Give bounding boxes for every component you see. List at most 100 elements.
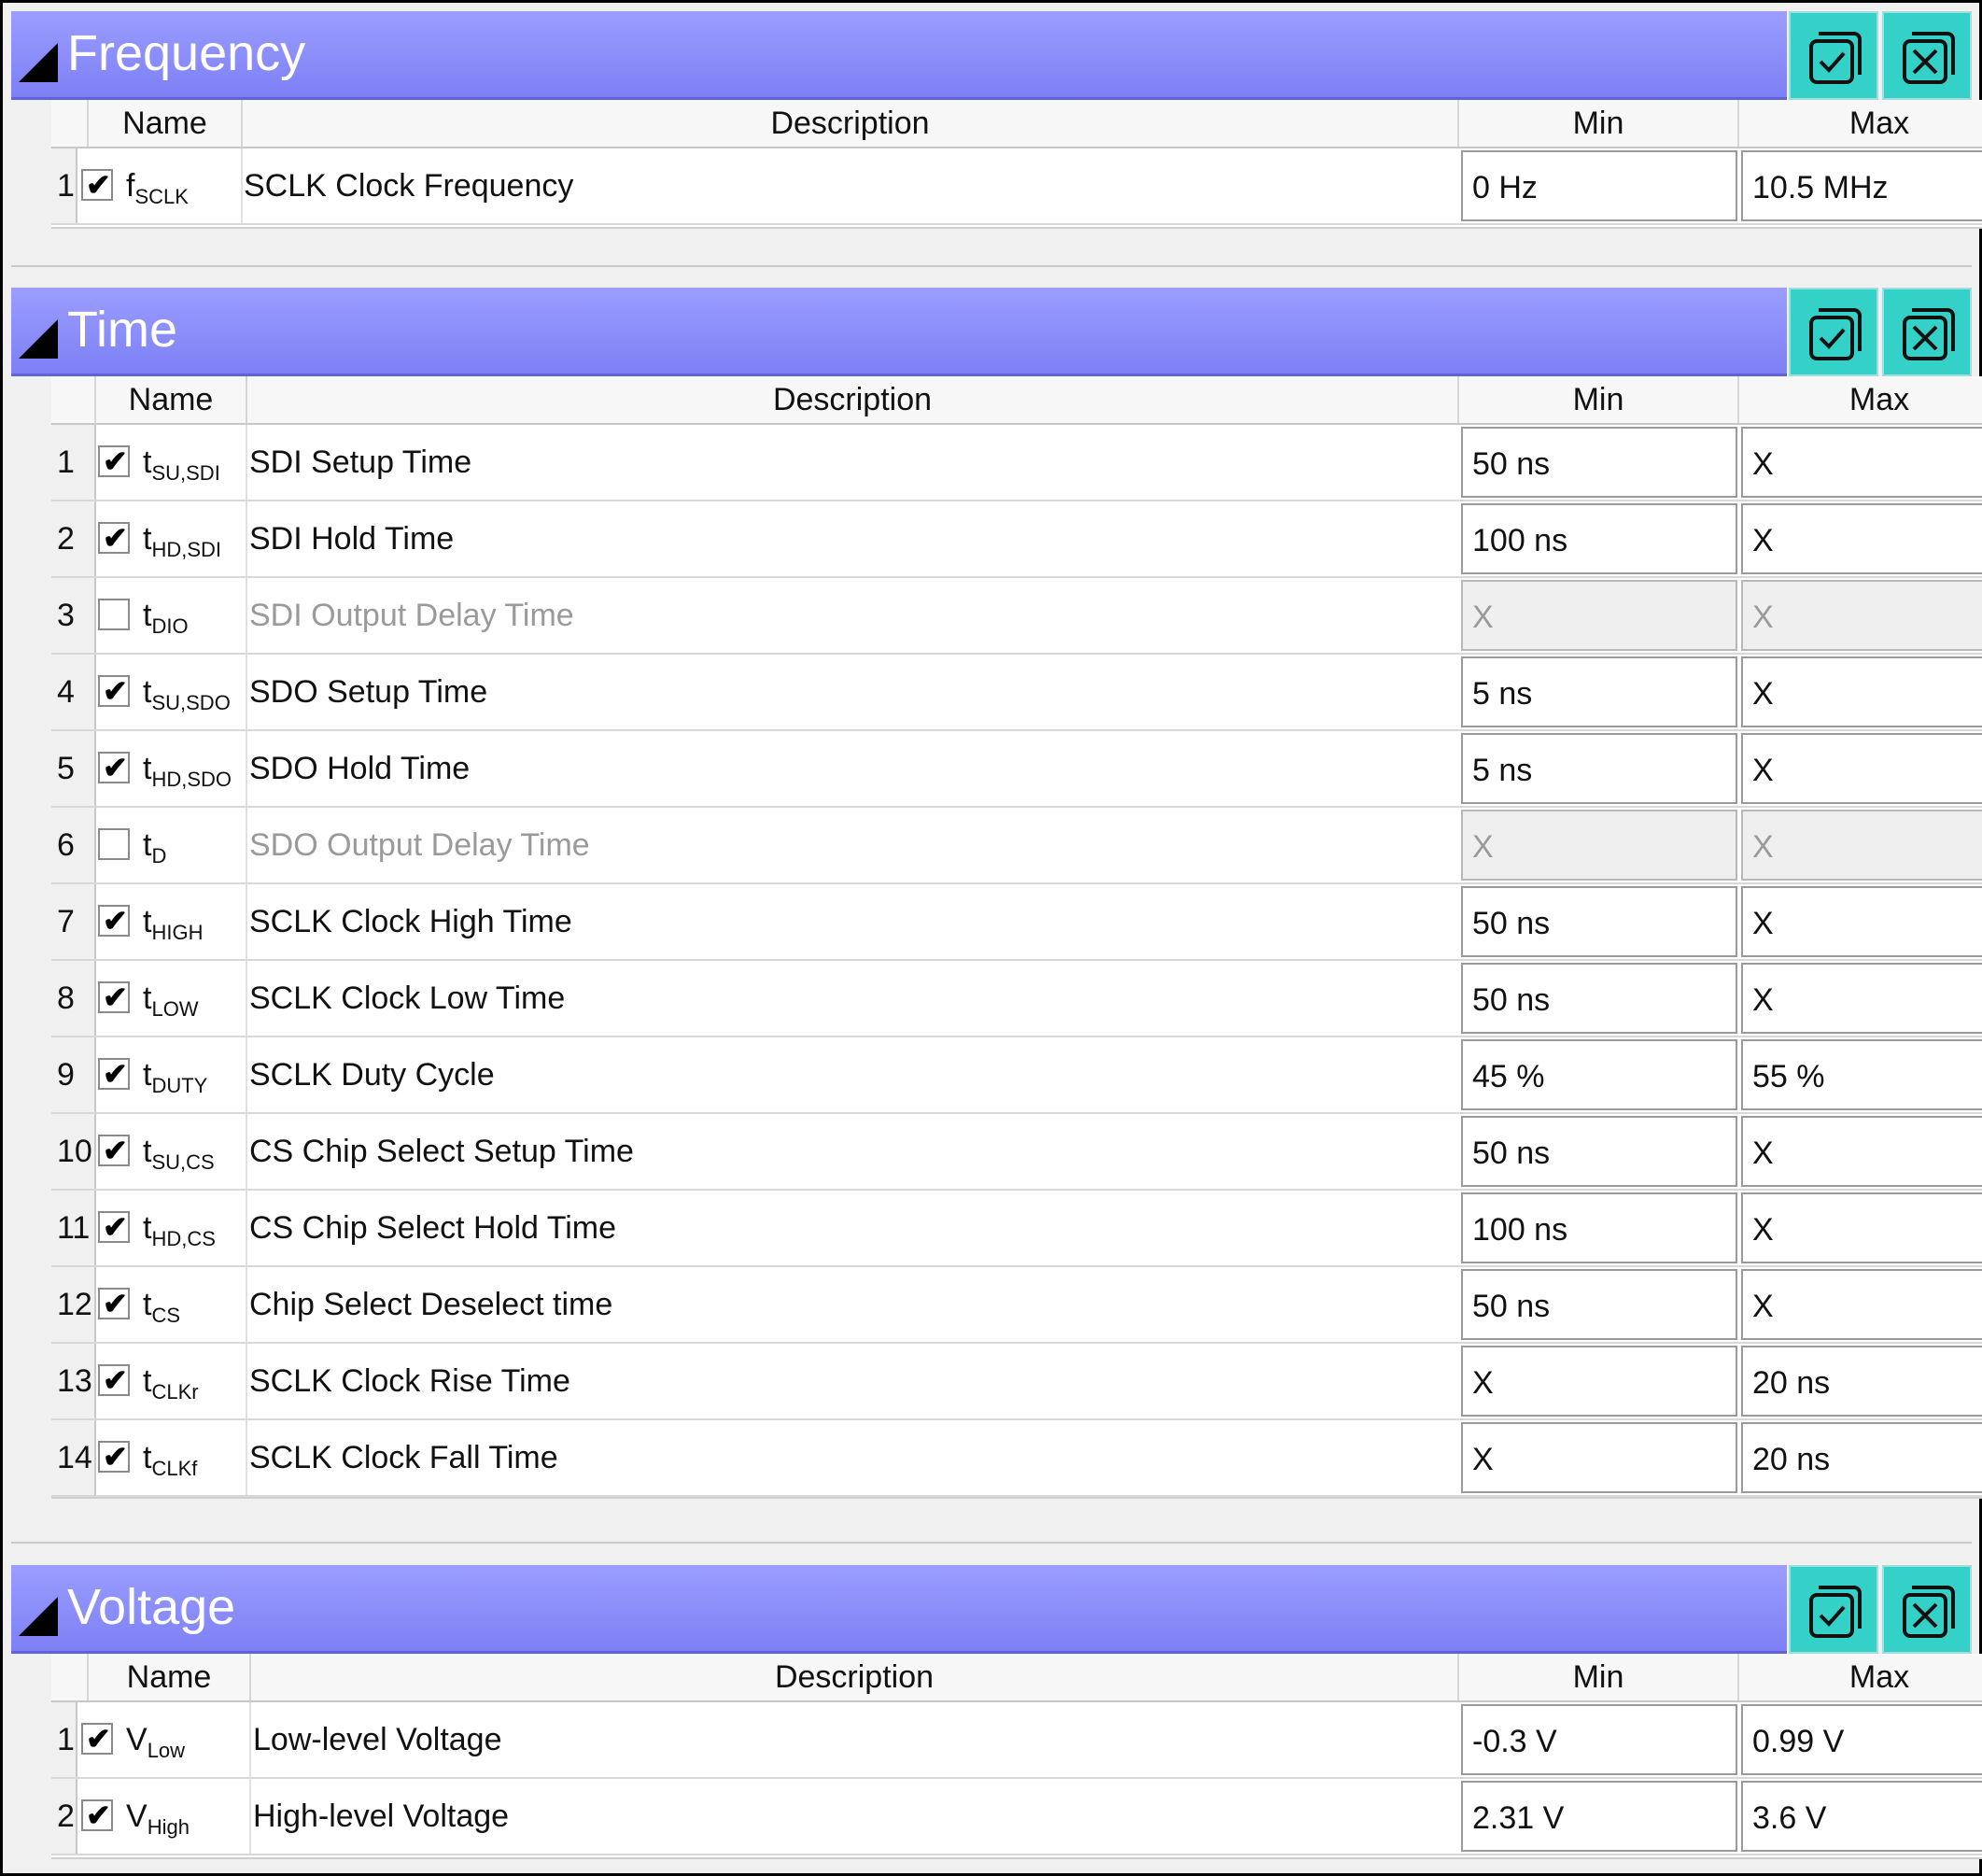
header-description[interactable]: Description	[243, 100, 1459, 147]
max-value-field[interactable]: 3.6 V	[1741, 1781, 1982, 1852]
header-min[interactable]: Min	[1459, 100, 1739, 147]
parameter-description: CS Chip Select Setup Time	[249, 1134, 634, 1169]
table-row: 14 ✔ tCLKf SCLK Clock Fall Time X 20 ns	[51, 1420, 1982, 1497]
max-value-field[interactable]: 20 ns	[1741, 1422, 1982, 1493]
table-header: Name Description Min Max	[51, 1654, 1982, 1702]
max-value-field[interactable]: X	[1741, 1192, 1982, 1263]
header-min[interactable]: Min	[1459, 1654, 1739, 1700]
uncheck-all-icon	[1903, 1586, 1955, 1638]
max-value-field[interactable]: X	[1741, 580, 1982, 651]
max-value-field[interactable]: X	[1741, 963, 1982, 1034]
max-value-field[interactable]: X	[1741, 503, 1982, 574]
row-checkbox[interactable]: ✔	[98, 980, 130, 1014]
min-value-field[interactable]: 50 ns	[1461, 427, 1737, 498]
row-checkbox[interactable]: ✔	[98, 1134, 130, 1167]
header-rownum	[51, 1654, 89, 1700]
checkmark-icon: ✔	[103, 1287, 128, 1320]
row-checkbox[interactable]	[98, 828, 130, 860]
parameter-symbol: tDUTY	[143, 1037, 247, 1112]
uncheck-all-button[interactable]	[1882, 1565, 1972, 1654]
max-value-field[interactable]: X	[1741, 1269, 1982, 1340]
row-number: 4	[51, 655, 96, 729]
row-checkbox[interactable]: ✔	[98, 904, 130, 938]
checkmark-icon: ✔	[86, 168, 111, 202]
collapse-triangle-icon[interactable]	[19, 43, 58, 82]
max-value-field[interactable]: X	[1741, 886, 1982, 957]
header-name[interactable]: Name	[89, 1654, 251, 1700]
header-max[interactable]: Max	[1739, 1654, 1982, 1700]
header-min[interactable]: Min	[1459, 376, 1739, 423]
header-max[interactable]: Max	[1739, 100, 1982, 147]
max-value-field[interactable]: X	[1741, 1116, 1982, 1187]
header-name[interactable]: Name	[96, 376, 247, 423]
min-value-field[interactable]: 5 ns	[1461, 656, 1737, 727]
row-checkbox[interactable]	[98, 599, 130, 630]
row-checkbox[interactable]: ✔	[98, 1440, 130, 1474]
min-value-field[interactable]: 100 ns	[1461, 1192, 1737, 1263]
header-description[interactable]: Description	[251, 1654, 1459, 1700]
min-value-field[interactable]: 5 ns	[1461, 733, 1737, 804]
min-value-field[interactable]: X	[1461, 1422, 1737, 1493]
min-value-field[interactable]: 0 Hz	[1461, 150, 1737, 221]
min-value-field[interactable]: 50 ns	[1461, 1116, 1737, 1187]
row-checkbox[interactable]: ✔	[98, 674, 130, 708]
collapse-triangle-icon[interactable]	[19, 319, 58, 359]
max-value-field[interactable]: X	[1741, 656, 1982, 727]
min-value-field[interactable]: X	[1461, 810, 1737, 881]
min-value-field[interactable]: 45 %	[1461, 1039, 1737, 1110]
checkmark-icon: ✔	[103, 1134, 128, 1167]
row-checkbox[interactable]: ✔	[81, 1722, 113, 1756]
section-header[interactable]: Time	[11, 288, 1787, 376]
section-header[interactable]: Voltage	[11, 1565, 1787, 1654]
row-checkbox[interactable]: ✔	[81, 168, 113, 202]
row-checkbox[interactable]: ✔	[98, 1287, 130, 1320]
header-description[interactable]: Description	[247, 376, 1459, 423]
min-value-field[interactable]: 50 ns	[1461, 886, 1737, 957]
parameter-description: SCLK Clock Low Time	[249, 980, 566, 1016]
checkmark-icon: ✔	[86, 1722, 111, 1756]
table-row: 12 ✔ tCS Chip Select Deselect time 50 ns X	[51, 1267, 1982, 1344]
check-all-button[interactable]	[1789, 11, 1878, 100]
table-header: Name Description Min Max	[51, 100, 1982, 148]
max-value-field[interactable]: X	[1741, 427, 1982, 498]
min-value-field[interactable]: X	[1461, 1346, 1737, 1417]
min-value-field[interactable]: 2.31 V	[1461, 1781, 1737, 1852]
max-value-field[interactable]: 10.5 MHz	[1741, 150, 1982, 221]
row-number: 2	[51, 501, 96, 576]
row-checkbox[interactable]: ✔	[98, 1210, 130, 1244]
check-all-button[interactable]	[1789, 1565, 1878, 1654]
checkmark-icon: ✔	[103, 1057, 128, 1091]
header-max[interactable]: Max	[1739, 376, 1982, 423]
min-value-field[interactable]: X	[1461, 580, 1737, 651]
parameter-description: SCLK Clock High Time	[249, 904, 572, 939]
table-row: 3 tDIO SDI Output Delay Time X X	[51, 578, 1982, 655]
parameter-description: SCLK Clock Fall Time	[249, 1440, 558, 1475]
max-value-field[interactable]: X	[1741, 733, 1982, 804]
parameter-symbol: tHD,CS	[143, 1191, 247, 1265]
parameter-description: SDO Output Delay Time	[249, 827, 590, 863]
row-checkbox[interactable]: ✔	[81, 1798, 113, 1832]
parameter-description: SDI Setup Time	[249, 444, 472, 480]
check-all-button[interactable]	[1789, 288, 1878, 376]
check-all-icon	[1809, 1586, 1862, 1638]
uncheck-all-button[interactable]	[1882, 11, 1972, 100]
row-checkbox[interactable]: ✔	[98, 1057, 130, 1091]
max-value-field[interactable]: X	[1741, 810, 1982, 881]
max-value-field[interactable]: 20 ns	[1741, 1346, 1982, 1417]
section-header[interactable]: Frequency	[11, 11, 1787, 100]
min-value-field[interactable]: 100 ns	[1461, 503, 1737, 574]
max-value-field[interactable]: 0.99 V	[1741, 1704, 1982, 1775]
min-value-field[interactable]: 50 ns	[1461, 1269, 1737, 1340]
header-name[interactable]: Name	[89, 100, 243, 147]
row-checkbox[interactable]: ✔	[98, 444, 130, 478]
row-checkbox[interactable]: ✔	[98, 521, 130, 555]
max-value-field[interactable]: 55 %	[1741, 1039, 1982, 1110]
row-checkbox[interactable]: ✔	[98, 1363, 130, 1397]
uncheck-all-button[interactable]	[1882, 288, 1972, 376]
collapse-triangle-icon[interactable]	[19, 1597, 58, 1636]
min-value-field[interactable]: 50 ns	[1461, 963, 1737, 1034]
row-checkbox[interactable]: ✔	[98, 751, 130, 784]
table-row: 4 ✔ tSU,SDO SDO Setup Time 5 ns X	[51, 655, 1982, 731]
min-value-field[interactable]: -0.3 V	[1461, 1704, 1737, 1775]
parameter-symbol: tHD,SDI	[143, 501, 247, 576]
